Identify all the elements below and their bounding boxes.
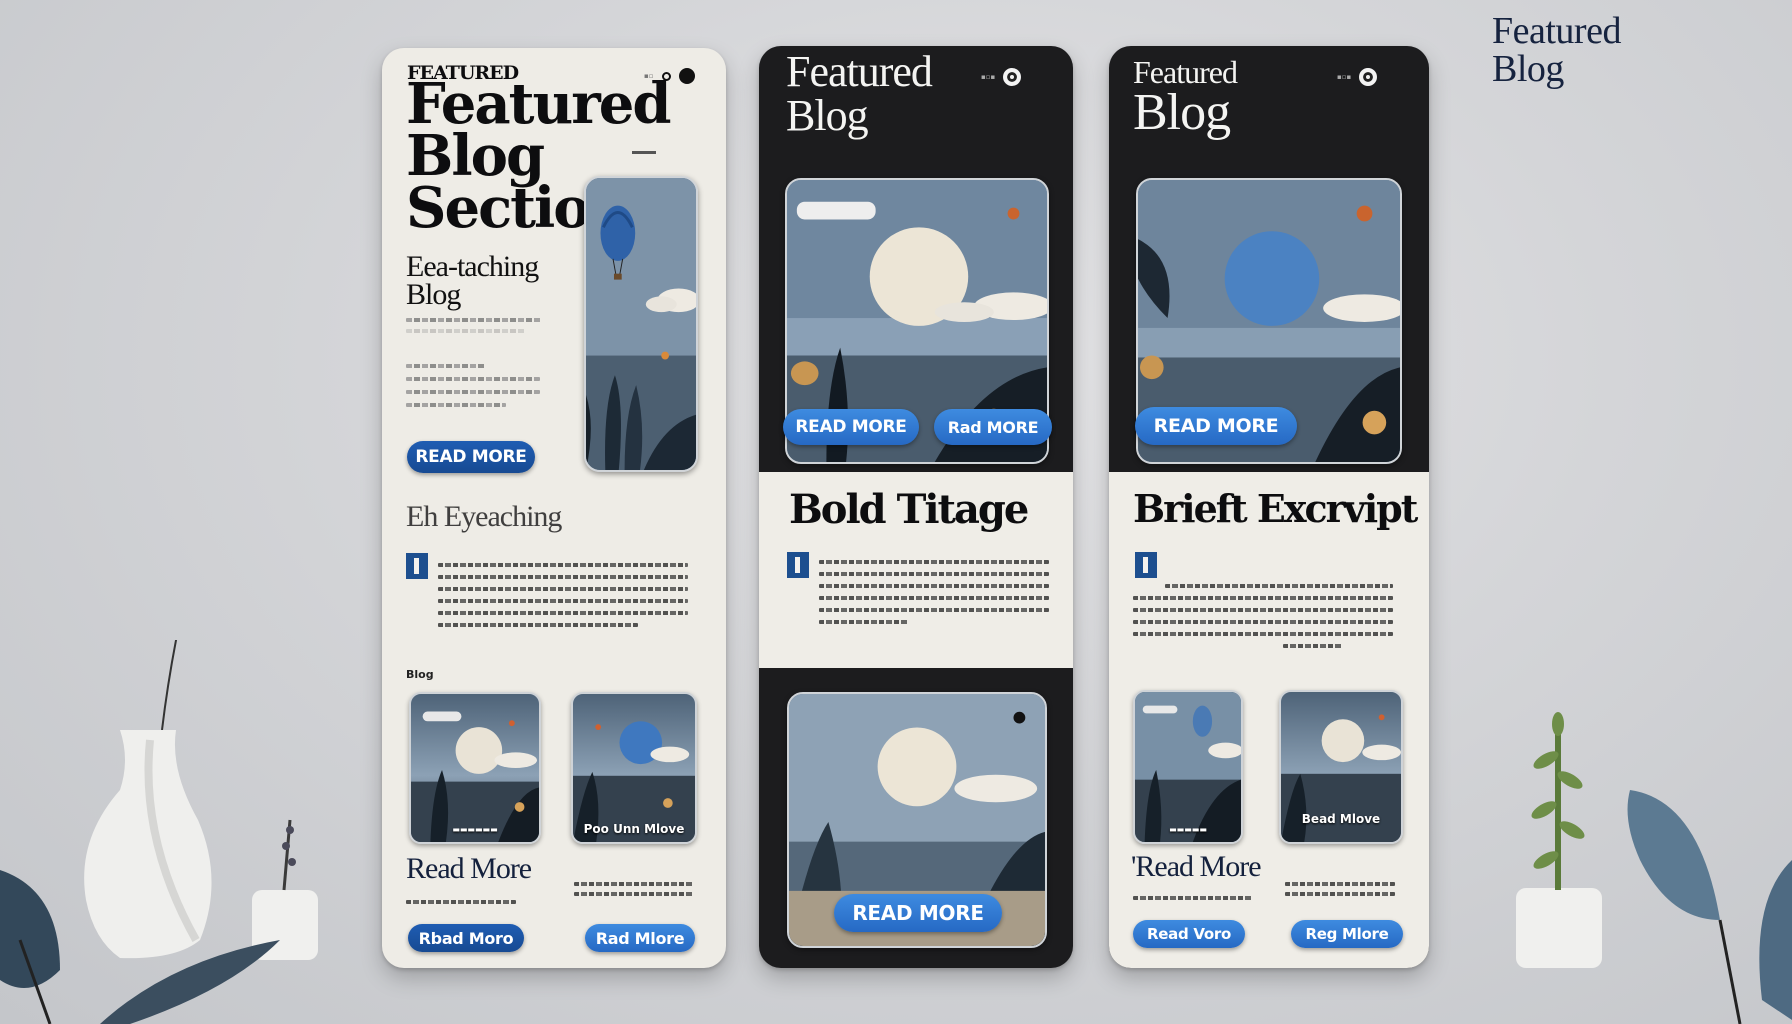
card1-subtitle-line1: Eea-taching [406, 250, 539, 283]
card2-read-more-button-right[interactable]: Rad MORE [934, 409, 1052, 445]
card1-section-heading: Eh Eyeaching [406, 500, 562, 533]
card1-thumb-1[interactable]: ▬▬▬▬▬▬ [409, 692, 541, 844]
card2-excerpt-section: Bold Titage [759, 472, 1073, 668]
card1-subtitle-line2: Blog [406, 278, 461, 311]
card2-title-line2: Blog [786, 91, 869, 140]
card2-bottom-read-more-button[interactable]: READ MORE [834, 894, 1002, 932]
card1-read-more-button[interactable]: READ MORE [407, 441, 535, 473]
corner-title-line1: Featured [1492, 10, 1621, 52]
card1-blog-label: Blog [406, 668, 434, 681]
card3-thumb-2-caption: Bead Mlove [1301, 812, 1381, 826]
card2-excerpt-text [819, 560, 1049, 624]
card3-thumb-2[interactable]: Bead Mlove [1279, 690, 1403, 844]
card1-thumb-1-caption: ▬▬▬▬▬▬ [452, 825, 498, 834]
card1-article-text [438, 563, 688, 627]
card2-read-more-button-left[interactable]: READ MORE [783, 409, 919, 445]
card3-read-more-button[interactable]: READ MORE [1135, 407, 1297, 445]
card1-intro-text [406, 318, 542, 333]
card3-heading: Brieft Excrvipt [1133, 486, 1418, 531]
card3-circle-icon[interactable] [1359, 68, 1378, 86]
card1-subtitle: Eea-taching Blog [406, 250, 539, 311]
card3-bookmark-icon [1135, 552, 1157, 578]
card2-bookmark-icon [787, 552, 809, 578]
card1-body-text [406, 364, 540, 407]
card2-title: Featured Blog [786, 47, 933, 140]
card1-divider [632, 151, 656, 154]
card3-header-icons: ▪▫▪ [1337, 68, 1378, 86]
card3-title-line2: Blog [1133, 84, 1231, 141]
card1-footer-text-right [574, 882, 694, 896]
card3-footer-text-left [1133, 896, 1253, 900]
blog-card-dark: Featured Blog ▪▫▪ READ MORE Rad MORE Bol… [759, 46, 1073, 968]
card1-read-more-button-right[interactable]: Rad Mlore [585, 924, 695, 952]
card3-thumb-1-caption: ▬▬▬▬▬ [1169, 825, 1207, 834]
card2-heading: Bold Titage [789, 486, 1029, 533]
card3-read-more-button-right[interactable]: Reg Mlore [1291, 920, 1403, 948]
card3-read-more-button-left[interactable]: Read Voro [1133, 920, 1245, 948]
corner-title-line2: Blog [1492, 48, 1564, 90]
card2-title-line1: Featured [786, 47, 933, 96]
card3-excerpt-text [1133, 584, 1393, 648]
corner-title: Featured Blog [1492, 12, 1621, 88]
card3-meta-icon: ▪▫▪ [1337, 73, 1352, 81]
card1-bookmark-icon [406, 553, 428, 579]
blog-card-light: FEATURED ▪▫ Featured Blog Section Eea-ta… [382, 48, 726, 968]
card2-meta-icon: ▪▫▪ [981, 73, 996, 81]
card3-title: Featured Blog [1133, 54, 1238, 141]
card3-footer-text-right [1285, 882, 1395, 896]
vase-decor [0, 640, 318, 1024]
card2-circle-icon[interactable] [1003, 68, 1022, 86]
card1-menu-icon[interactable] [678, 68, 695, 84]
card2-header-icons: ▪▫▪ [981, 68, 1022, 86]
card3-thumb-1[interactable]: ▬▬▬▬▬ [1133, 690, 1243, 844]
plant-decor [1516, 712, 1792, 1024]
card1-hero-image [584, 176, 698, 472]
card1-footer-text-left [406, 900, 516, 904]
card1-read-more-heading: Read More [406, 852, 532, 885]
blog-card-excerpt: Featured Blog ▪▫▪ READ MORE Brieft Excrv… [1109, 46, 1429, 968]
card1-thumb-2-caption: Poo Unn Mlove [583, 822, 685, 836]
card1-read-more-button-left[interactable]: Rbad Moro [408, 924, 524, 952]
card3-excerpt-section: Brieft Excrvipt ▬▬▬▬▬ Bead Mlove 'Read M… [1109, 472, 1429, 968]
card3-read-more-heading: 'Read More [1131, 850, 1262, 883]
card1-thumb-2[interactable]: Poo Unn Mlove [571, 692, 697, 844]
